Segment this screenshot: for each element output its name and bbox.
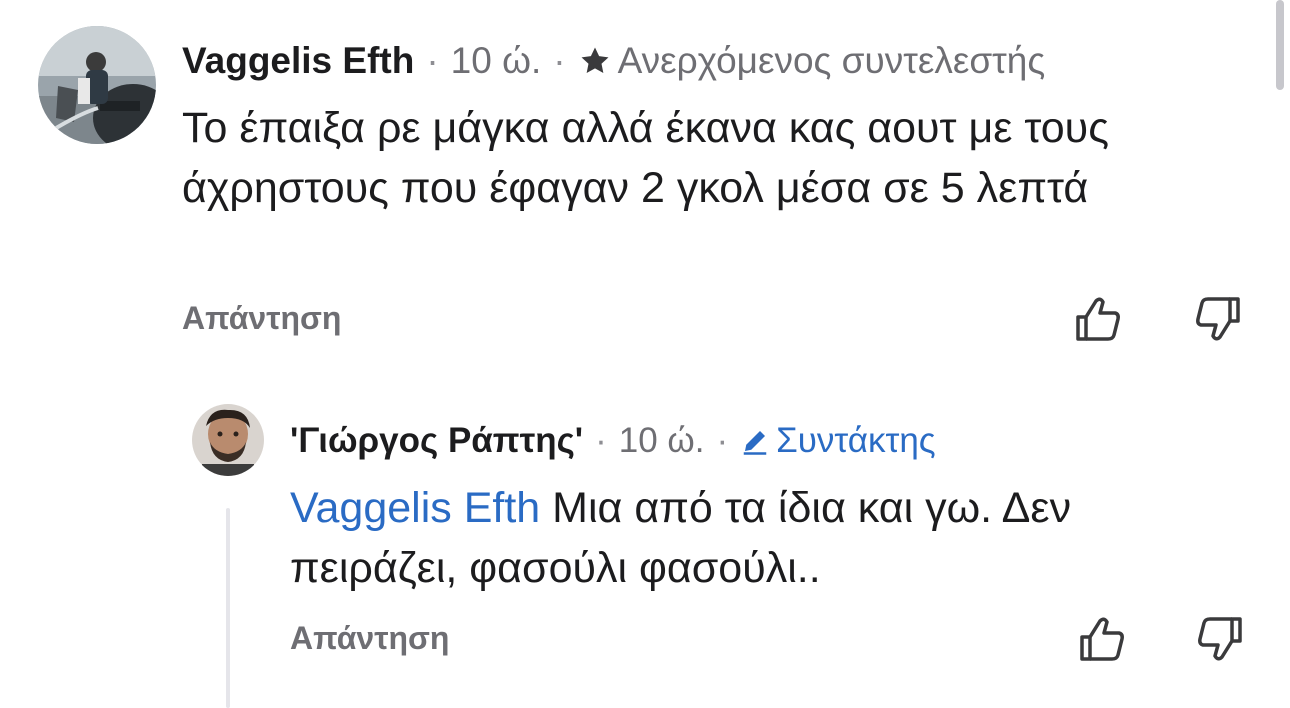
reply-button[interactable]: Απάντηση — [182, 300, 341, 337]
thumbs-down-icon — [1198, 617, 1242, 661]
editor-badge: Συντάκτης — [740, 421, 936, 461]
downvote-button[interactable] — [1192, 293, 1244, 345]
badge-label: Συντάκτης — [776, 421, 936, 460]
avatar[interactable] — [38, 26, 156, 144]
avatar-photo — [38, 26, 156, 144]
star-icon — [581, 47, 609, 74]
reply-button[interactable]: Απάντηση — [290, 620, 449, 657]
avatar-photo — [192, 404, 264, 476]
upvote-button[interactable] — [1076, 613, 1128, 665]
author-name[interactable]: Vaggelis Efth — [182, 40, 414, 82]
separator-dot: · — [716, 421, 729, 460]
thumbs-down-icon — [1196, 297, 1240, 341]
comments-page: Vaggelis Efth · 10 ώ. · Ανερχόμενος συντ… — [0, 0, 1290, 708]
comment-header: 'Γιώργος Ράπτης' · 10 ώ. · Συντάκτης — [290, 418, 936, 464]
thread-line — [226, 508, 230, 708]
author-name[interactable]: 'Γιώργος Ράπτης' — [290, 421, 583, 461]
comment-body: Το έπαιξα ρε μάγκα αλλά έκανα κας αουτ μ… — [182, 104, 1109, 212]
upvote-button[interactable] — [1072, 293, 1124, 345]
comment-text: Το έπαιξα ρε μάγκα αλλά έκανα κας αουτ μ… — [182, 98, 1242, 218]
separator-dot: · — [426, 40, 439, 81]
scrollbar[interactable] — [1276, 0, 1284, 90]
thumbs-up-icon — [1080, 617, 1124, 661]
separator-dot: · — [553, 40, 566, 81]
comment-header: Vaggelis Efth · 10 ώ. · Ανερχόμενος συντ… — [182, 38, 1045, 84]
avatar[interactable] — [192, 404, 264, 476]
thumbs-up-icon — [1076, 297, 1120, 341]
pencil-icon — [743, 431, 767, 455]
timestamp: 10 ώ. — [618, 421, 705, 460]
timestamp: 10 ώ. — [450, 40, 542, 81]
mention-link[interactable]: Vaggelis Efth — [290, 484, 540, 532]
separator-dot: · — [595, 421, 607, 460]
comment-text: Vaggelis Efth Μια από τα ίδια και γω. Δε… — [290, 478, 1250, 598]
contributor-badge: Ανερχόμενος συντελεστής — [578, 40, 1046, 82]
badge-label: Ανερχόμενος συντελεστής — [617, 40, 1046, 81]
downvote-button[interactable] — [1194, 613, 1246, 665]
